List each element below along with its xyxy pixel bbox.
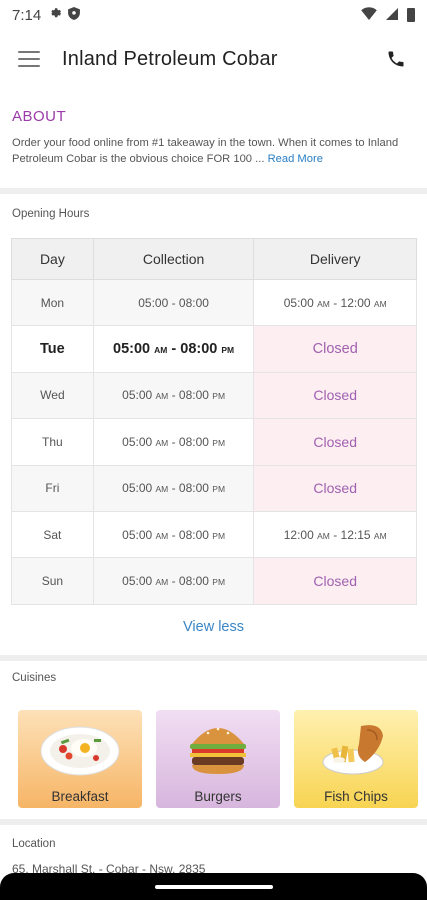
hours-day-cell: Mon xyxy=(11,278,94,327)
read-more-link[interactable]: Read More xyxy=(268,153,323,165)
hours-collection-cell: 05:00 AM - 08:00 PM xyxy=(92,371,255,420)
hours-row-sat: Sat 05:00 AM - 08:00 PM 12:00 AM - 12:15 A… xyxy=(11,510,417,559)
home-gesture-handle[interactable] xyxy=(155,885,273,889)
hours-row-tue: Tue 05:00 AM - 08:00 PM Closed xyxy=(11,325,417,373)
app-bar: Inland Petroleum Cobar xyxy=(0,30,427,88)
about-text: Order your food online from #1 takeaway … xyxy=(12,135,415,167)
header-collection: Collection xyxy=(92,238,255,280)
hours-row-thu: Thu 05:00 AM - 08:00 PM Closed xyxy=(11,418,417,466)
burger-icon xyxy=(186,718,250,783)
status-bar: 7:14 xyxy=(0,0,427,30)
header-delivery: Delivery xyxy=(253,238,417,280)
about-description: Order your food online from #1 takeaway … xyxy=(12,137,399,165)
cuisine-card-breakfast[interactable]: Breakfast xyxy=(18,710,142,808)
section-divider xyxy=(0,819,427,825)
hamburger-menu-icon[interactable] xyxy=(18,51,40,67)
hours-row-fri: Fri 05:00 AM - 08:00 PM Closed xyxy=(11,464,417,512)
hours-delivery-cell: 12:00 AM - 12:15 AM xyxy=(253,510,417,559)
opening-hours-label: Opening Hours xyxy=(12,208,90,220)
hours-day-cell: Fri xyxy=(11,464,94,512)
hours-day-cell: Sat xyxy=(11,510,94,559)
table-header-row: Day Collection Delivery xyxy=(11,238,417,280)
hours-delivery-closed-cell: Closed xyxy=(253,557,417,605)
status-time: 7:14 xyxy=(12,6,42,24)
cuisines-list: Breakfast Burgers Fish Chips xyxy=(18,710,418,808)
hours-row-sun: Sun 05:00 AM - 08:00 PM Closed xyxy=(11,557,417,605)
hours-day-cell: Tue xyxy=(11,325,94,373)
view-less-link[interactable]: View less xyxy=(0,619,427,635)
signal-icon xyxy=(385,7,399,24)
section-divider xyxy=(0,655,427,661)
cuisine-name-fish-chips: Fish Chips xyxy=(324,789,388,804)
hours-delivery-cell: 05:00 AM - 12:00 AM xyxy=(253,278,417,327)
hours-collection-cell: 05:00 AM - 08:00 PM xyxy=(92,325,255,373)
about-section: ABOUT Order your food online from #1 tak… xyxy=(12,108,415,167)
fish-chips-icon xyxy=(321,718,391,783)
hours-row-mon: Mon 05:00 - 08:00 05:00 AM - 12:00 AM xyxy=(11,278,417,327)
wifi-icon xyxy=(361,6,377,24)
hours-collection-cell: 05:00 AM - 08:00 PM xyxy=(92,418,255,466)
section-divider xyxy=(0,188,427,194)
hours-delivery-closed-cell: Closed xyxy=(253,418,417,466)
cuisine-name-breakfast: Breakfast xyxy=(51,789,109,804)
gear-icon xyxy=(49,7,62,23)
hours-delivery-closed-cell: Closed xyxy=(253,464,417,512)
cuisine-card-fish-chips[interactable]: Fish Chips xyxy=(294,710,418,808)
cuisine-name-burgers: Burgers xyxy=(194,789,242,804)
opening-hours-table: Day Collection Delivery Mon 05:00 - 08:00… xyxy=(11,238,417,605)
hours-day-cell: Thu xyxy=(11,418,94,466)
hours-day-cell: Wed xyxy=(11,371,94,420)
hours-row-wed: Wed 05:00 AM - 08:00 PM Closed xyxy=(11,371,417,420)
hours-day-cell: Sun xyxy=(11,557,94,605)
restaurant-title: Inland Petroleum Cobar xyxy=(62,47,278,70)
hours-collection-cell: 05:00 - 08:00 xyxy=(92,278,255,327)
hours-collection-cell: 05:00 AM - 08:00 PM xyxy=(92,510,255,559)
hours-delivery-closed-cell: Closed xyxy=(253,371,417,420)
phone-icon[interactable] xyxy=(383,46,409,72)
hours-delivery-closed-cell: Closed xyxy=(253,325,417,373)
breakfast-plate-icon xyxy=(38,718,122,785)
cuisines-label: Cuisines xyxy=(12,672,57,684)
shield-icon xyxy=(68,7,81,23)
location-label: Location xyxy=(12,838,56,850)
about-title: ABOUT xyxy=(12,108,67,125)
hours-collection-cell: 05:00 AM - 08:00 PM xyxy=(92,464,255,512)
hours-collection-cell: 05:00 AM - 08:00 PM xyxy=(92,557,255,605)
system-nav-bar xyxy=(0,873,427,900)
header-day: Day xyxy=(11,238,94,280)
cuisine-card-burgers[interactable]: Burgers xyxy=(156,710,280,808)
battery-icon xyxy=(407,8,415,22)
